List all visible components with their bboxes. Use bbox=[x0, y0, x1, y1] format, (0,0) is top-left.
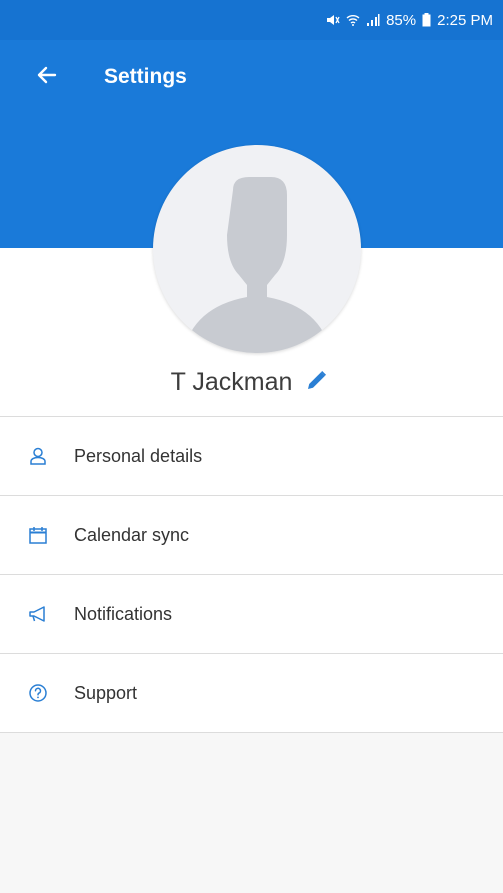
profile-name-row: T Jackman bbox=[0, 362, 503, 402]
person-silhouette-icon bbox=[183, 177, 331, 353]
pencil-icon bbox=[305, 368, 329, 397]
app-bar: Settings bbox=[0, 40, 503, 114]
clock-time: 2:25 PM bbox=[437, 11, 493, 29]
menu-label: Support bbox=[74, 682, 138, 703]
megaphone-icon bbox=[27, 603, 49, 625]
battery-icon bbox=[422, 13, 431, 27]
menu-label: Personal details bbox=[74, 445, 203, 466]
menu-item-notifications[interactable]: Notifications bbox=[0, 575, 503, 654]
profile-name: T Jackman bbox=[170, 367, 293, 396]
calendar-icon bbox=[27, 524, 49, 546]
person-icon bbox=[27, 445, 49, 467]
help-circle-icon bbox=[27, 682, 49, 704]
page-title: Settings bbox=[104, 65, 187, 88]
wifi-icon bbox=[346, 13, 360, 27]
signal-icon bbox=[366, 13, 380, 27]
edit-name-button[interactable] bbox=[302, 367, 332, 397]
settings-menu: Personal details Calendar sync Notificat… bbox=[0, 416, 503, 733]
empty-background-area bbox=[0, 733, 503, 893]
menu-item-personal-details[interactable]: Personal details bbox=[0, 417, 503, 496]
menu-item-support[interactable]: Support bbox=[0, 654, 503, 733]
menu-item-calendar-sync[interactable]: Calendar sync bbox=[0, 496, 503, 575]
arrow-left-icon bbox=[35, 64, 57, 91]
battery-percent: 85% bbox=[386, 11, 417, 29]
menu-label: Notifications bbox=[74, 603, 173, 624]
status-bar: 85% 2:25 PM bbox=[0, 0, 503, 40]
avatar[interactable] bbox=[153, 145, 361, 353]
back-button[interactable] bbox=[26, 57, 66, 97]
menu-label: Calendar sync bbox=[74, 524, 190, 545]
mute-icon bbox=[326, 13, 340, 27]
